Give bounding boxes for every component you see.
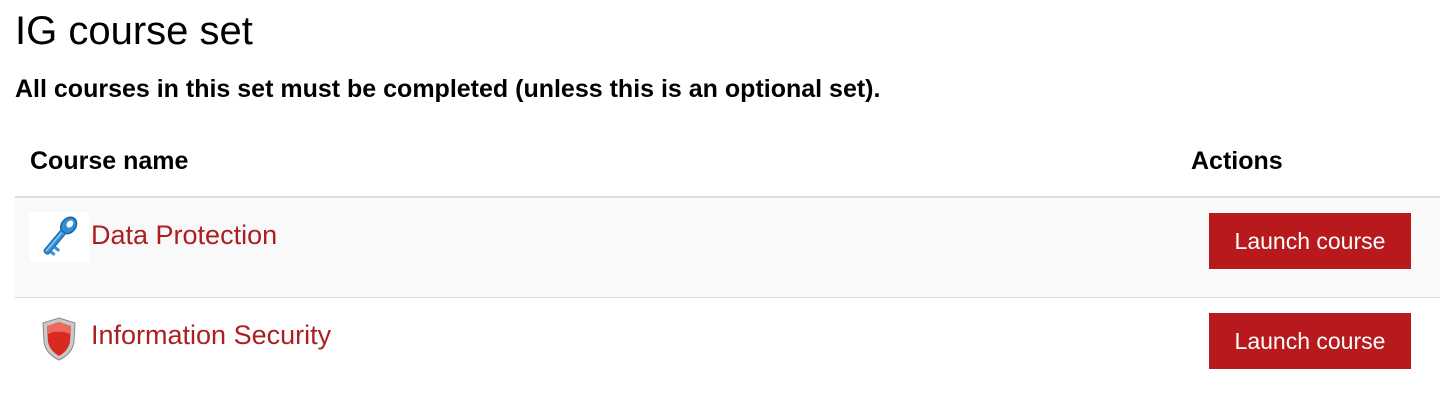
table-row: Data Protection Launch course: [15, 198, 1440, 298]
shield-icon: [29, 312, 89, 362]
table-row: Information Security Launch course: [15, 298, 1440, 397]
launch-course-button[interactable]: Launch course: [1209, 313, 1411, 369]
course-link-data-protection[interactable]: Data Protection: [91, 219, 277, 251]
column-header-course-name: Course name: [30, 147, 189, 175]
column-header-actions: Actions: [1191, 147, 1283, 175]
key-icon: [29, 212, 89, 262]
page-title: IG course set: [15, 9, 253, 53]
page-subtitle: All courses in this set must be complete…: [15, 75, 881, 103]
table-header: Course name Actions: [15, 132, 1440, 198]
courses-table: Course name Actions Data Protection Laun…: [15, 132, 1440, 397]
course-set-page: IG course set All courses in this set mu…: [0, 0, 1440, 419]
launch-course-button[interactable]: Launch course: [1209, 213, 1411, 269]
course-link-information-security[interactable]: Information Security: [91, 319, 331, 351]
